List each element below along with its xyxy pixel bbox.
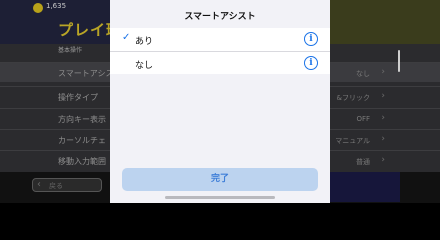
sheet-title: スマートアシスト — [184, 12, 256, 22]
setting-label: 方向キー表示 — [58, 115, 106, 124]
coin-icon — [33, 3, 43, 13]
option-on[interactable]: ✓ あり i — [110, 28, 330, 51]
setting-label: 操作タイプ — [58, 93, 98, 102]
sheet-header: スマートアシスト — [110, 0, 330, 30]
chevron-left-icon: ‹ — [37, 179, 41, 190]
info-icon[interactable]: i — [304, 32, 318, 46]
checkmark-icon: ✓ — [122, 32, 131, 43]
chevron-right-icon: › — [381, 67, 385, 77]
option-label: なし — [135, 61, 154, 71]
coin-count: 1,635 — [46, 2, 67, 10]
setting-value: &フリック — [336, 94, 370, 102]
back-label: 戻る — [49, 182, 63, 190]
setting-value: 普通 — [356, 158, 370, 166]
back-button[interactable]: ‹ 戻る — [32, 178, 102, 192]
setting-value: OFF — [356, 115, 370, 123]
setting-value: マニュアル — [335, 137, 370, 145]
top-bar-decoration — [330, 0, 440, 44]
option-list: ✓ あり i なし i — [110, 28, 330, 74]
section-header: 基本操作 — [58, 47, 83, 54]
setting-label: スマートアシス — [58, 69, 114, 78]
option-off[interactable]: なし i — [110, 51, 330, 74]
info-icon[interactable]: i — [304, 56, 318, 70]
chevron-right-icon: › — [381, 91, 385, 101]
bottom-decoration — [330, 172, 400, 202]
option-label: あり — [135, 37, 154, 47]
setting-label: カーソルチェ — [58, 136, 106, 145]
setting-label: 移動入力範囲 — [58, 157, 106, 166]
done-button[interactable]: 完了 — [122, 168, 318, 191]
smart-assist-sheet: スマートアシスト ✓ あり i なし i 完了 — [110, 0, 330, 203]
home-indicator — [165, 196, 275, 199]
scrollbar — [398, 50, 400, 72]
setting-value: なし — [356, 70, 370, 78]
chevron-right-icon: › — [381, 155, 385, 165]
chevron-right-icon: › — [381, 113, 385, 123]
chevron-right-icon: › — [381, 134, 385, 144]
